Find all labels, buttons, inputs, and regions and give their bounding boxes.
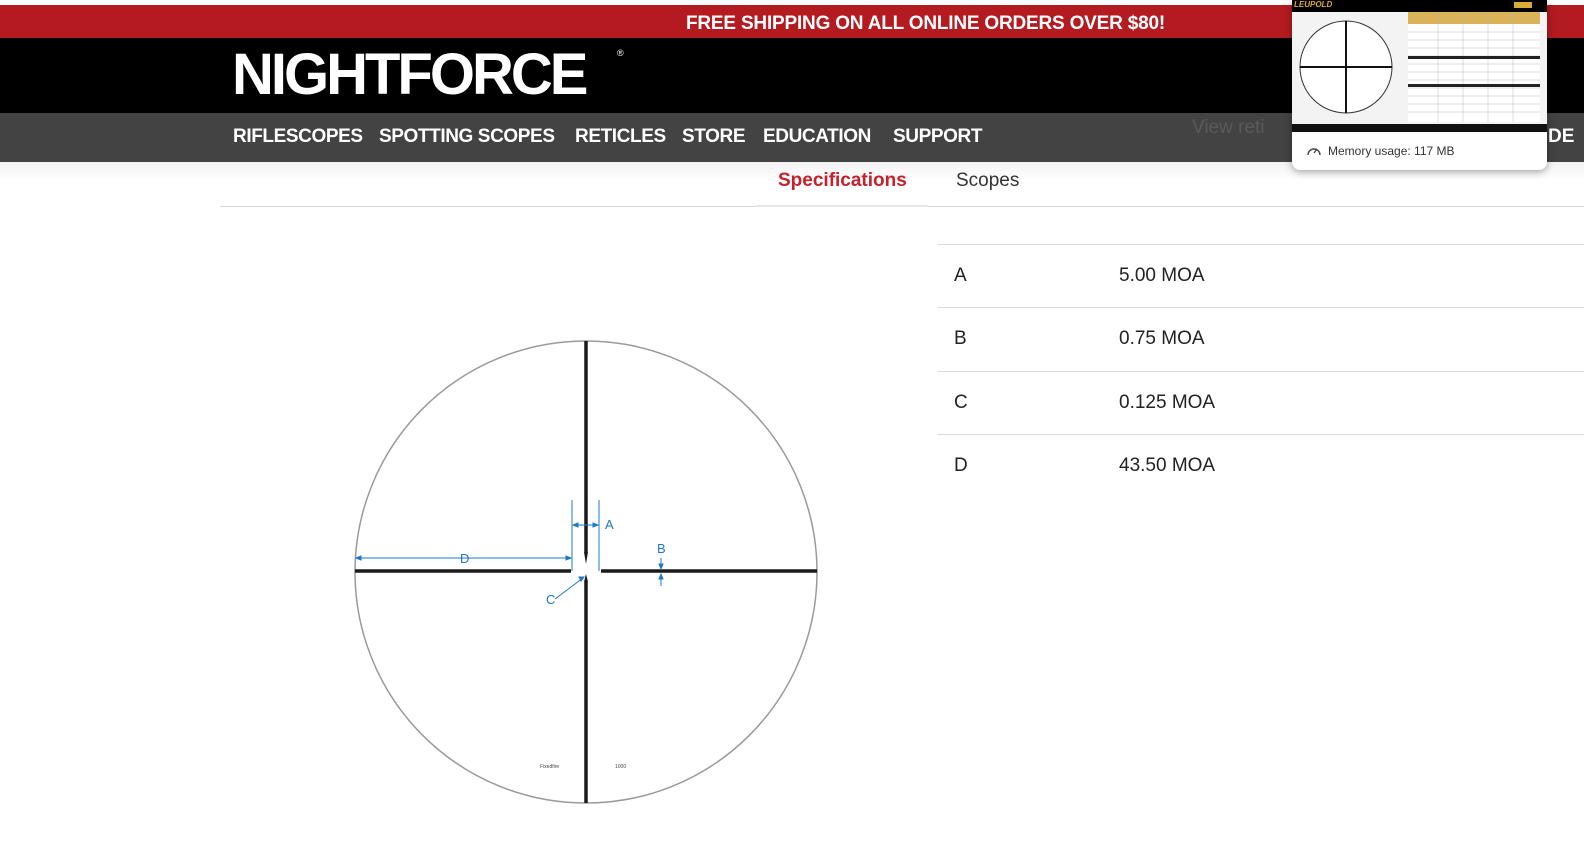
reticle-footnote-right: 1000 bbox=[615, 764, 626, 770]
spec-key: B bbox=[954, 328, 967, 349]
reticle-footnote-left: Fixedfire bbox=[540, 764, 559, 770]
tab-specifications[interactable]: Specifications bbox=[778, 170, 907, 192]
spec-row: D 43.50 MOA bbox=[938, 434, 1584, 497]
promo-text: FREE SHIPPING ON ALL ONLINE ORDERS OVER … bbox=[686, 13, 1165, 34]
reticle-tip-bottom bbox=[584, 574, 588, 582]
tab-preview-thumbnail: LEUPOLD bbox=[1292, 0, 1547, 132]
thumb-reticle bbox=[1299, 20, 1393, 114]
nav-item-riflescopes[interactable]: RIFLESCOPES bbox=[233, 126, 363, 148]
registered-mark: ® bbox=[617, 48, 624, 58]
dimension-label-c: C bbox=[546, 592, 555, 607]
thumb-button bbox=[1514, 2, 1532, 8]
tab-indicator bbox=[756, 205, 928, 207]
reticle-diagram: A B C D Fixedfire 1000 bbox=[354, 340, 818, 804]
spec-row: B 0.75 MOA bbox=[938, 307, 1584, 371]
view-reticle-link[interactable]: View reti bbox=[1192, 117, 1265, 139]
nav-item-education[interactable]: EDUCATION bbox=[763, 126, 871, 148]
nav-item-spotting-scopes[interactable]: SPOTTING SCOPES bbox=[379, 126, 555, 148]
spec-value: 0.75 MOA bbox=[1119, 328, 1205, 349]
dimension-label-d: D bbox=[460, 551, 469, 566]
spec-key: A bbox=[954, 265, 967, 286]
gauge-icon bbox=[1307, 148, 1321, 156]
spec-value: 0.125 MOA bbox=[1119, 392, 1216, 413]
nav-item-reticles[interactable]: RETICLES bbox=[575, 126, 666, 148]
spec-value: 5.00 MOA bbox=[1119, 265, 1205, 286]
spec-row: C 0.125 MOA bbox=[938, 371, 1584, 434]
thumb-table bbox=[1408, 12, 1540, 122]
dimension-annotations bbox=[354, 500, 664, 600]
spec-row: A 5.00 MOA bbox=[938, 244, 1584, 307]
dimension-label-b: B bbox=[657, 541, 666, 556]
spec-value: 43.50 MOA bbox=[1119, 455, 1216, 476]
nav-item-support[interactable]: SUPPORT bbox=[893, 126, 982, 148]
tab-scopes[interactable]: Scopes bbox=[956, 170, 1019, 192]
nav-item-store[interactable]: STORE bbox=[682, 126, 746, 148]
memory-usage-text: Memory usage: 117 MB bbox=[1328, 144, 1455, 158]
thumb-footer bbox=[1292, 124, 1547, 132]
spec-table: A 5.00 MOA B 0.75 MOA C 0.125 MOA D 43.5… bbox=[938, 244, 1584, 497]
thumb-brand: LEUPOLD bbox=[1294, 0, 1333, 9]
nav-item-cut-off[interactable]: DE bbox=[1548, 126, 1574, 148]
tab-hover-card: LEUPOLD Memory usage: 117 MB bbox=[1292, 0, 1547, 170]
dimension-label-a: A bbox=[605, 517, 614, 532]
reticle-tip-top bbox=[584, 552, 588, 564]
site-logo[interactable]: NIGHTFORCE bbox=[232, 46, 588, 104]
spec-key: D bbox=[954, 455, 968, 476]
spec-key: C bbox=[954, 392, 968, 413]
